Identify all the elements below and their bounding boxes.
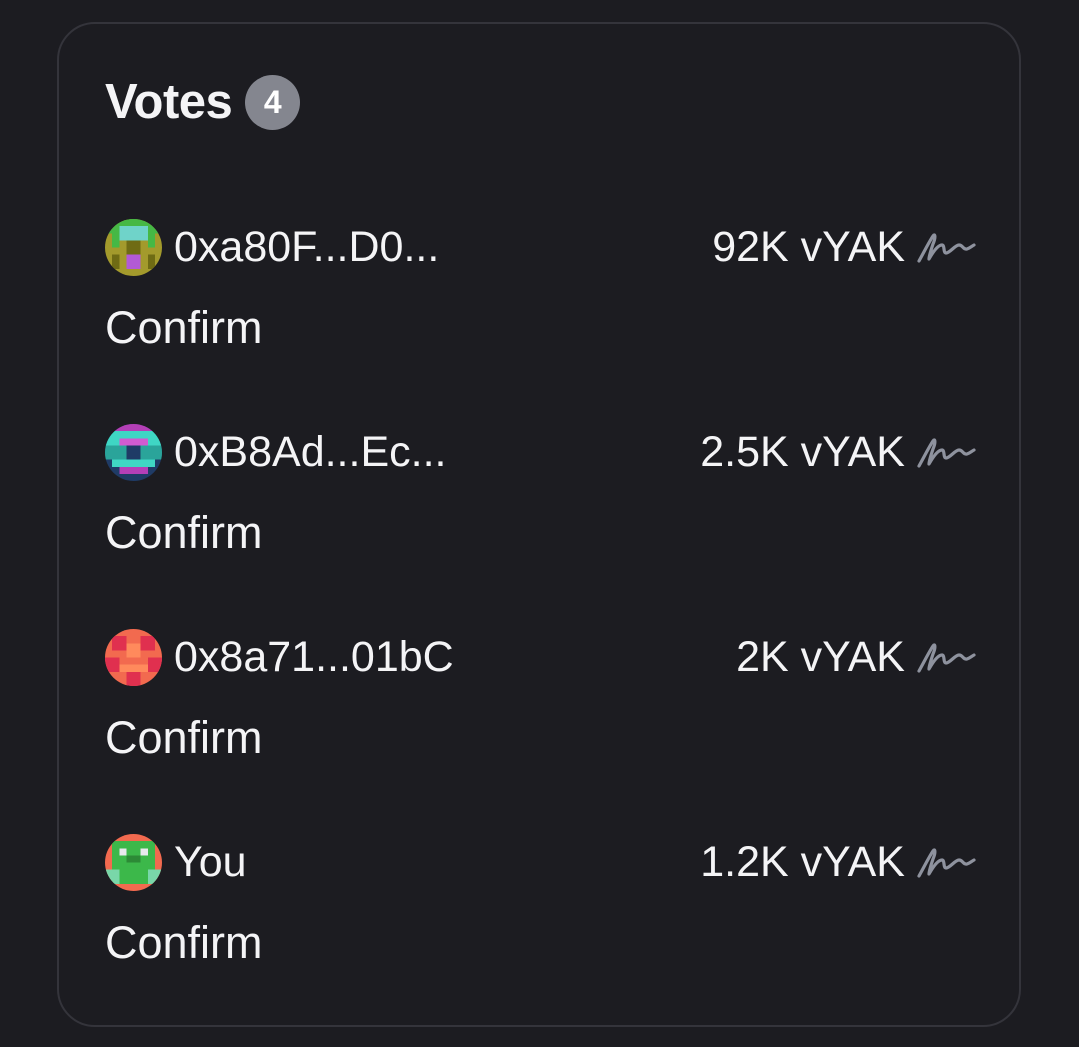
avatar — [105, 423, 162, 481]
vote-choice: Confirm — [105, 507, 263, 558]
voter-link[interactable]: 0xa80F...D0... — [105, 218, 439, 276]
voting-power: 2.5K vYAK — [700, 428, 905, 476]
signature-icon[interactable] — [915, 638, 977, 678]
vote-row: 0xB8Ad...Ec... 2.5K vYAK Confirm — [105, 423, 977, 573]
voter-link[interactable]: 0x8a71...01bC — [105, 628, 454, 686]
vote-row: 0x8a71...01bC 2K vYAK Confirm — [105, 628, 977, 778]
voter-link[interactable]: 0xB8Ad...Ec... — [105, 423, 446, 481]
avatar — [105, 628, 162, 686]
avatar — [105, 833, 162, 891]
signature-icon[interactable] — [915, 433, 977, 473]
vote-choice: Confirm — [105, 917, 263, 968]
vote-row: You 1.2K vYAK Confirm — [105, 833, 977, 983]
votes-header: Votes 4 — [105, 72, 301, 132]
signature-icon[interactable] — [915, 228, 977, 268]
vote-row: 0xa80F...D0... 92K vYAK Confirm — [105, 218, 977, 368]
vote-choice: Confirm — [105, 712, 263, 763]
votes-title: Votes — [105, 75, 233, 129]
voting-power: 2K vYAK — [736, 633, 905, 681]
voter-address: 0x8a71...01bC — [174, 632, 454, 681]
vote-choice: Confirm — [105, 302, 263, 353]
votes-card: Votes 4 0xa80F...D0... 92K vYAK Confirm … — [57, 22, 1021, 1027]
votes-count-badge: 4 — [245, 74, 301, 130]
signature-icon[interactable] — [915, 843, 977, 883]
voter-address: 0xB8Ad...Ec... — [174, 427, 447, 476]
voting-power: 1.2K vYAK — [700, 838, 905, 886]
voting-power: 92K vYAK — [712, 223, 905, 271]
avatar — [105, 218, 162, 276]
voter-link[interactable]: You — [105, 833, 247, 891]
voter-address: 0xa80F...D0... — [174, 222, 440, 271]
voter-address: You — [174, 837, 247, 886]
